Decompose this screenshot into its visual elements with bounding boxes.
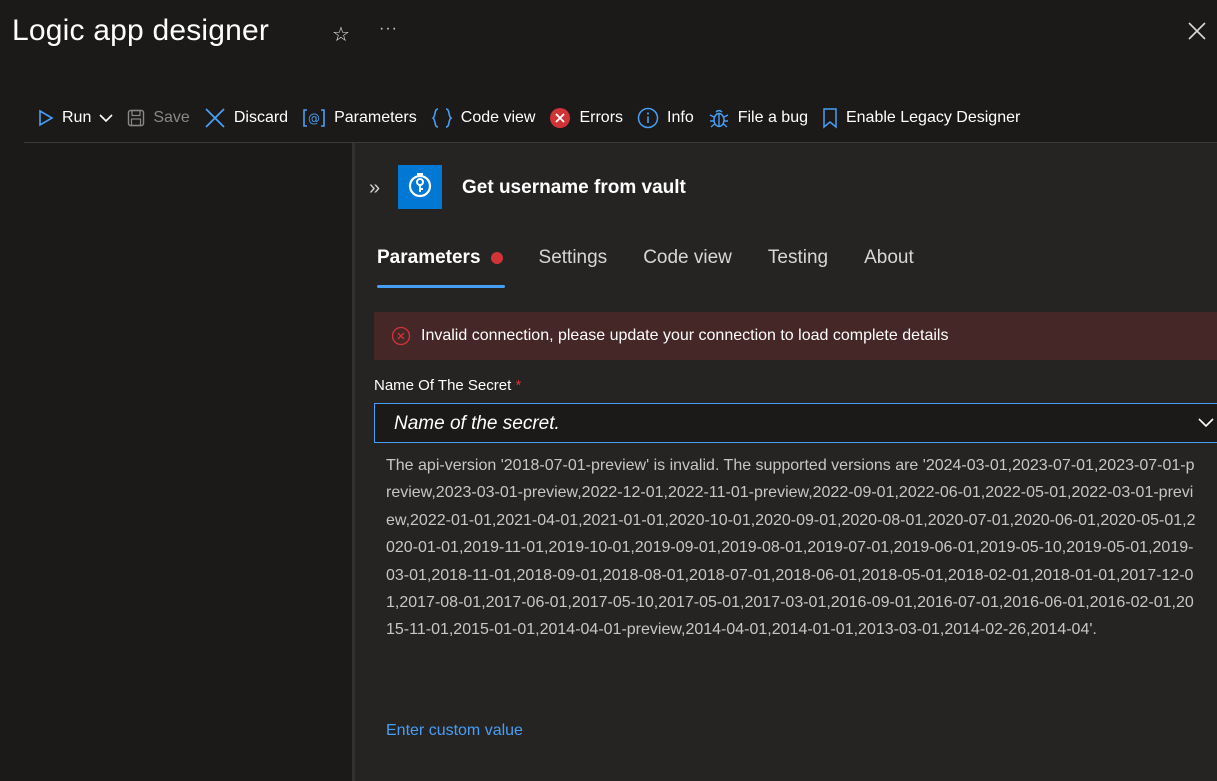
- code-view-label: Code view: [460, 109, 536, 126]
- field-label-text: Name Of The Secret: [374, 377, 512, 394]
- tab-code-view[interactable]: Code view: [643, 247, 732, 287]
- save-button[interactable]: Save: [127, 100, 190, 136]
- field-error-message: The api-version '2018-07-01-preview' is …: [386, 457, 1196, 639]
- discard-button[interactable]: Discard: [204, 100, 288, 136]
- secret-name-dropdown[interactable]: Name of the secret.: [374, 403, 1217, 443]
- run-button[interactable]: Run: [38, 100, 113, 136]
- info-icon: [637, 107, 659, 129]
- active-tab-indicator: [377, 285, 505, 288]
- tab-label: Testing: [767, 247, 829, 268]
- play-icon: [39, 109, 54, 127]
- file-bug-button[interactable]: File a bug: [708, 100, 808, 136]
- header: Logic app designer ☆ ···: [0, 0, 1217, 85]
- page-title: Logic app designer: [12, 14, 270, 47]
- braces-icon: [431, 108, 453, 128]
- tab-label: About: [864, 247, 914, 268]
- parameters-label: Parameters: [334, 109, 417, 126]
- error-dot-icon: [490, 251, 503, 264]
- enable-legacy-designer-button[interactable]: Enable Legacy Designer: [822, 100, 1020, 136]
- code-view-button[interactable]: Code view: [431, 100, 536, 136]
- bug-icon: [709, 109, 729, 128]
- tab-label: Code view: [643, 247, 732, 268]
- bookmark-icon: [823, 108, 837, 129]
- save-icon: [128, 109, 145, 127]
- chevron-down-icon[interactable]: [99, 113, 113, 123]
- collapse-panel-icon[interactable]: »: [369, 177, 380, 200]
- tab-label: Parameters: [377, 247, 481, 268]
- discard-icon: [205, 108, 225, 128]
- details-panel: » Get username from vault Parameters Set…: [355, 143, 1217, 781]
- panel-tabs: Parameters Settings Code view Testing Ab…: [377, 247, 950, 288]
- run-label: Run: [62, 109, 92, 126]
- enter-custom-value-link[interactable]: Enter custom value: [386, 722, 523, 740]
- legacy-label: Enable Legacy Designer: [845, 109, 1021, 126]
- error-icon: [550, 108, 571, 128]
- tab-label: Settings: [538, 247, 608, 268]
- more-options-icon[interactable]: ···: [379, 20, 398, 38]
- tab-testing[interactable]: Testing: [768, 247, 828, 287]
- close-icon[interactable]: [1184, 18, 1210, 44]
- key-vault-icon: [398, 165, 442, 209]
- secret-name-placeholder: Name of the secret.: [394, 413, 560, 434]
- toolbar: Run Save Discard @ Parameters Code view …: [0, 100, 1217, 136]
- action-title[interactable]: Get username from vault: [462, 177, 686, 199]
- error-banner-text: Invalid connection, please update your c…: [421, 327, 949, 344]
- save-label: Save: [153, 109, 190, 126]
- discard-label: Discard: [233, 109, 289, 126]
- tab-settings[interactable]: Settings: [539, 247, 608, 287]
- error-banner: Invalid connection, please update your c…: [374, 312, 1217, 360]
- parameters-icon: @: [303, 109, 325, 127]
- chevron-down-icon[interactable]: [1195, 416, 1217, 430]
- tab-parameters[interactable]: Parameters: [377, 247, 505, 288]
- errors-button[interactable]: Errors: [549, 100, 623, 136]
- required-marker: *: [515, 377, 522, 394]
- info-button[interactable]: Info: [637, 100, 694, 136]
- svg-text:@: @: [308, 112, 320, 126]
- designer-canvas[interactable]: [0, 143, 352, 781]
- favorite-star-icon[interactable]: ☆: [332, 22, 350, 47]
- tab-about[interactable]: About: [864, 247, 914, 287]
- file-bug-label: File a bug: [737, 109, 808, 126]
- errors-label: Errors: [579, 109, 624, 126]
- parameters-button[interactable]: @ Parameters: [302, 100, 417, 136]
- error-circle-icon: [391, 326, 411, 346]
- field-label: Name Of The Secret *: [374, 377, 521, 394]
- info-label: Info: [667, 109, 694, 126]
